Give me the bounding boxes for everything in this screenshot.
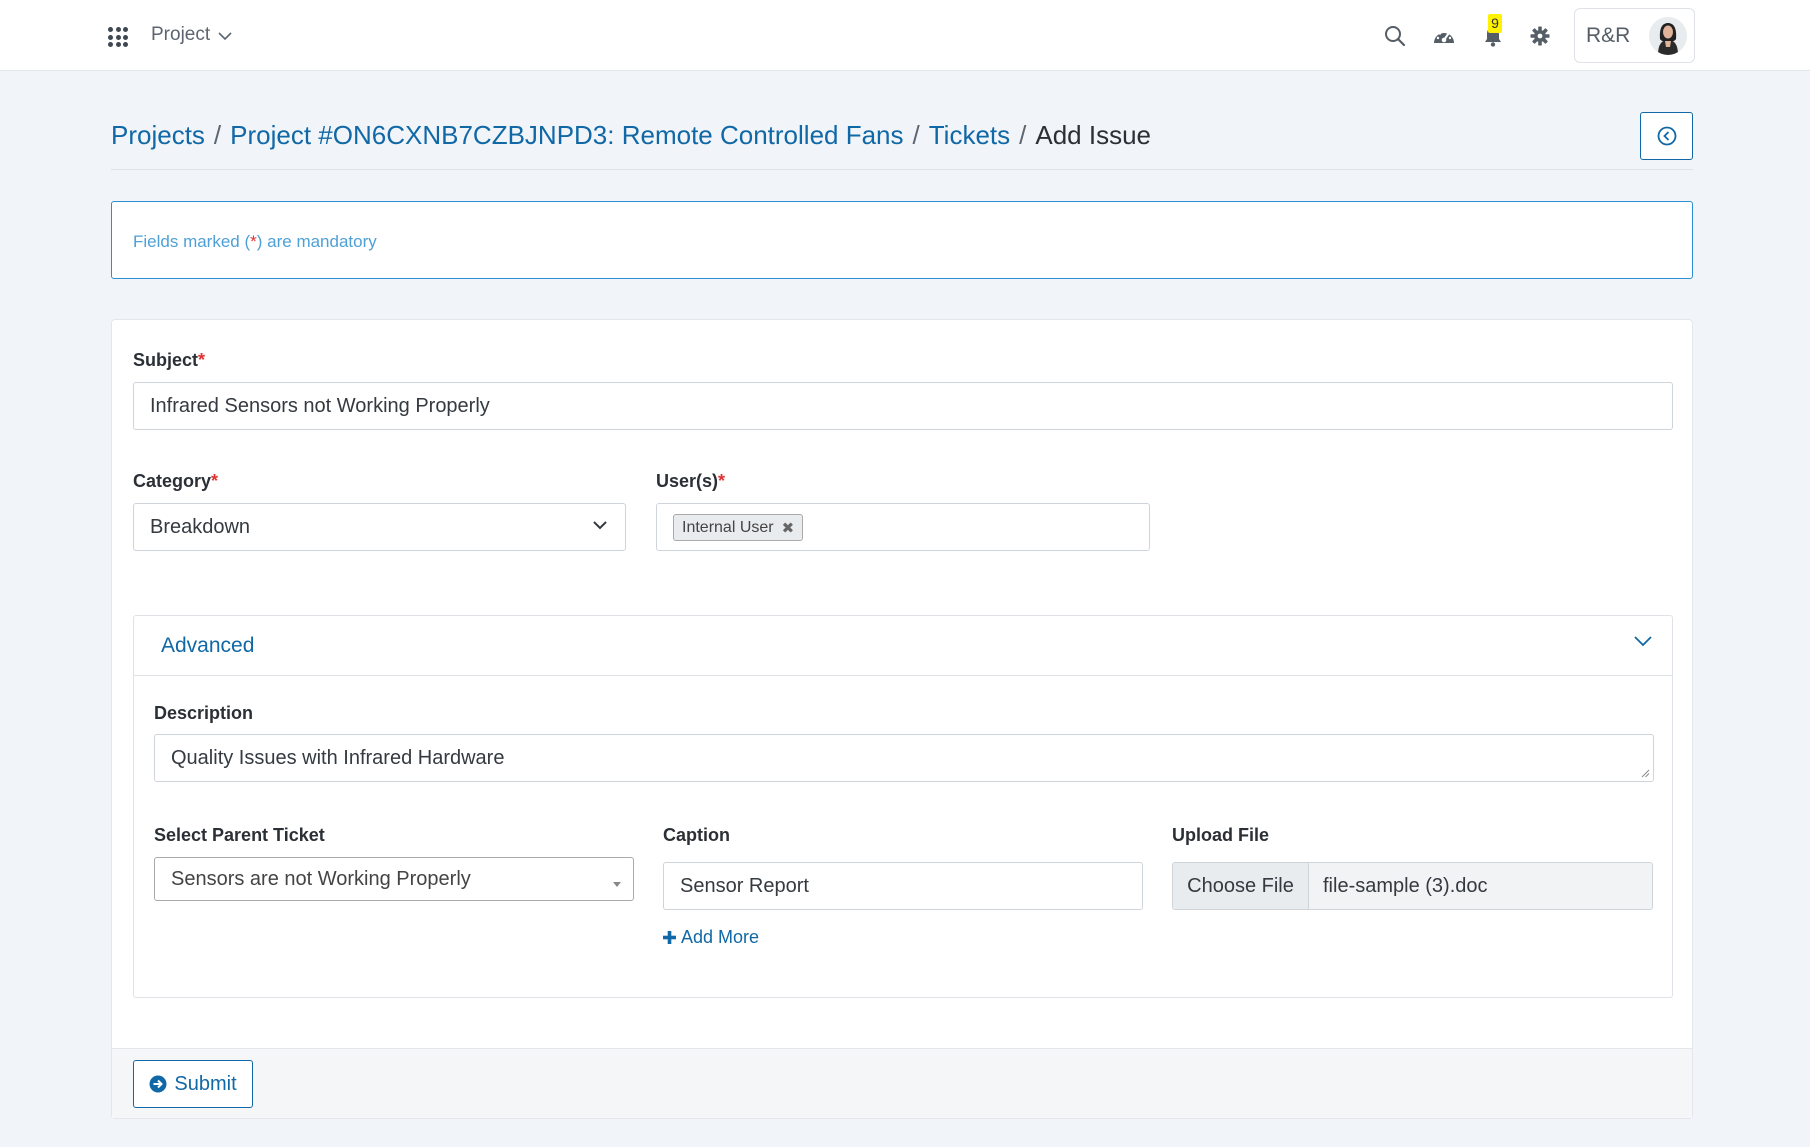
- back-button[interactable]: [1640, 112, 1693, 160]
- divider: [111, 169, 1693, 170]
- resize-handle-icon[interactable]: [1641, 769, 1650, 778]
- file-upload-input[interactable]: Choose File file-sample (3).doc: [1172, 862, 1653, 910]
- parent-ticket-label: Select Parent Ticket: [154, 825, 325, 845]
- plus-icon: [663, 931, 676, 944]
- caret-down-icon: [613, 882, 621, 887]
- selected-file-name: file-sample (3).doc: [1309, 863, 1652, 909]
- category-select[interactable]: Breakdown: [133, 503, 626, 551]
- users-multiselect[interactable]: Internal User ✖: [656, 503, 1150, 551]
- dashboard-icon[interactable]: [1432, 24, 1456, 48]
- breadcrumb: Projects / Project #ON6CXNB7CZBJNPD3: Re…: [111, 120, 1151, 151]
- submit-button[interactable]: Submit: [133, 1060, 253, 1108]
- advanced-title: Advanced: [161, 634, 255, 657]
- caption-input[interactable]: Sensor Report: [663, 862, 1143, 910]
- breadcrumb-project-link[interactable]: Project #ON6CXNB7CZBJNPD3: Remote Contro…: [230, 120, 903, 151]
- project-menu[interactable]: Project: [151, 24, 232, 46]
- caption-label: Caption: [663, 825, 730, 845]
- notification-badge: 9: [1488, 14, 1502, 33]
- project-menu-label: Project: [151, 24, 211, 45]
- mandatory-notice: Fields marked (*) are mandatory: [111, 201, 1693, 279]
- chevron-down-icon: [593, 521, 607, 530]
- description-textarea[interactable]: Quality Issues with Infrared Hardware: [154, 734, 1654, 782]
- users-label: User(s)*: [656, 471, 726, 491]
- breadcrumb-separator: /: [213, 120, 222, 150]
- search-icon[interactable]: [1383, 24, 1407, 48]
- breadcrumb-separator: /: [912, 120, 920, 150]
- description-label: Description: [154, 703, 254, 723]
- user-tag: Internal User ✖: [673, 514, 804, 541]
- top-navbar: Project 9 R&R: [0, 0, 1810, 71]
- parent-ticket-select[interactable]: Sensors are not Working Properly: [154, 857, 634, 901]
- choose-file-button[interactable]: Choose File: [1173, 863, 1309, 909]
- advanced-toggle[interactable]: Advanced: [134, 616, 1672, 676]
- upload-file-label: Upload File: [1172, 825, 1270, 845]
- add-more-link[interactable]: Add More: [663, 927, 759, 948]
- back-circle-icon: [1657, 126, 1676, 146]
- page-title: Add Issue: [1035, 120, 1152, 150]
- remove-tag-icon[interactable]: ✖: [782, 519, 795, 537]
- breadcrumb-separator: /: [1019, 120, 1027, 150]
- apps-grid-icon[interactable]: [108, 27, 128, 47]
- user-menu[interactable]: R&R: [1574, 8, 1695, 63]
- form-footer: Submit: [112, 1048, 1692, 1118]
- advanced-section: Advanced Description Quality Issues with…: [133, 615, 1673, 998]
- breadcrumb-tickets-link[interactable]: Tickets: [929, 120, 1010, 151]
- subject-label: Subject*: [133, 350, 206, 370]
- user-initials: R&R: [1586, 24, 1631, 47]
- chevron-down-icon: [218, 31, 232, 40]
- avatar: [1649, 17, 1687, 55]
- add-issue-form: Subject* Infrared Sensors not Working Pr…: [111, 319, 1693, 1119]
- chevron-down-icon: [1634, 636, 1652, 647]
- subject-input[interactable]: Infrared Sensors not Working Properly: [133, 382, 1673, 430]
- gear-icon[interactable]: [1528, 24, 1552, 48]
- breadcrumb-projects-link[interactable]: Projects: [111, 120, 205, 151]
- arrow-circle-right-icon: [149, 1075, 167, 1093]
- category-label: Category*: [133, 471, 219, 491]
- mandatory-notice-text: Fields marked (*) are mandatory: [133, 232, 377, 251]
